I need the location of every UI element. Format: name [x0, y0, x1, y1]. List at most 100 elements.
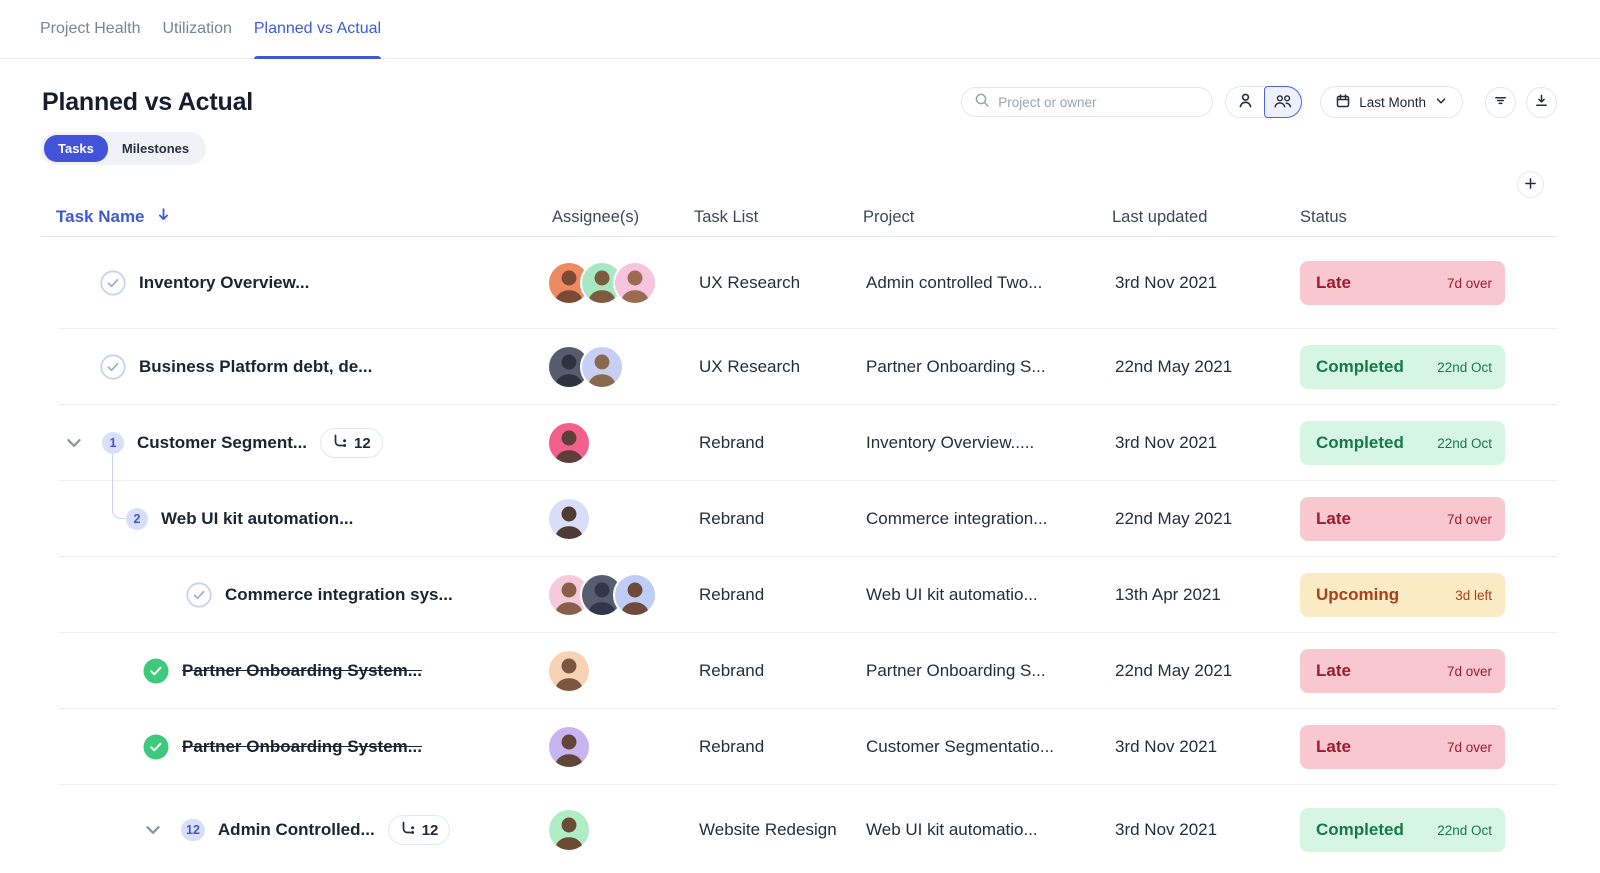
search-icon — [974, 92, 990, 113]
toggle-option-tasks[interactable]: Tasks — [44, 135, 108, 162]
last-updated-cell: 22nd May 2021 — [1115, 509, 1233, 528]
assignee-avatars — [547, 573, 694, 617]
assignee-avatars — [547, 649, 694, 693]
status-detail: 7d over — [1446, 275, 1492, 291]
project-cell: Partner Onboarding S... — [866, 357, 1046, 376]
check-circle-icon[interactable] — [100, 270, 126, 296]
table-row[interactable]: Business Platform debt, de... UX Research… — [40, 329, 1557, 405]
tab-planned-vs-actual[interactable]: Planned vs Actual — [253, 0, 382, 59]
download-button[interactable] — [1526, 86, 1557, 118]
view-mode-segmented — [1225, 86, 1303, 118]
status-badge: Late 7d over — [1300, 649, 1505, 693]
project-cell: Customer Segmentatio... — [866, 737, 1055, 756]
task-name-cell: 12 Admin Controlled... 12 — [40, 815, 547, 845]
task-list-cell: UX Research — [699, 357, 801, 376]
subtasks-pill[interactable]: 12 — [320, 428, 383, 458]
planned-vs-actual-page: Project Health Utilization Planned vs Actu… — [0, 0, 1600, 873]
status-label: Late — [1316, 273, 1351, 292]
chevron-down-icon[interactable] — [143, 820, 163, 840]
task-number-badge: 2 — [126, 508, 148, 530]
task-name-cell: Partner Onboarding System... — [40, 658, 547, 684]
project-cell: Inventory Overview..... — [866, 433, 1035, 452]
header-status[interactable]: Status — [1300, 208, 1557, 227]
table-row[interactable]: Inventory Overview... UX Research Admin co… — [40, 237, 1557, 329]
table-row[interactable]: Commerce integration sys... Rebrand Web UI… — [40, 557, 1557, 633]
status-detail: 22nd Oct — [1437, 435, 1492, 451]
team-view-button[interactable] — [1264, 86, 1303, 118]
task-name: Commerce integration sys... — [225, 585, 453, 604]
task-name: Business Platform debt, de... — [139, 357, 373, 376]
task-list-cell: Website Redesign — [699, 820, 837, 839]
tab-utilization[interactable]: Utilization — [163, 0, 232, 58]
filter-icon — [1493, 93, 1508, 111]
check-circle-done-icon[interactable] — [143, 734, 169, 760]
project-cell: Partner Onboarding S... — [866, 661, 1046, 680]
add-column-button[interactable] — [1517, 171, 1544, 198]
task-number-badge: 1 — [102, 432, 124, 454]
search-box[interactable] — [961, 87, 1214, 117]
header-assignees[interactable]: Assignee(s) — [547, 208, 694, 227]
avatar — [547, 808, 591, 852]
people-group-icon — [1273, 92, 1294, 113]
subtasks-icon — [332, 433, 348, 453]
status-cell: Completed 22nd Oct — [1300, 808, 1557, 852]
check-circle-icon[interactable] — [100, 354, 126, 380]
avatar — [613, 261, 657, 305]
status-detail: 7d over — [1446, 663, 1492, 679]
table-row[interactable]: 2 Web UI kit automation... Rebrand Commerce… — [40, 481, 1557, 557]
status-detail: 7d over — [1446, 511, 1492, 527]
check-circle-done-icon[interactable] — [143, 658, 169, 684]
status-badge: Late 7d over — [1300, 497, 1505, 541]
status-detail: 22nd Oct — [1437, 359, 1492, 375]
status-cell: Late 7d over — [1300, 497, 1557, 541]
filter-button[interactable] — [1485, 86, 1516, 118]
subtasks-pill[interactable]: 12 — [387, 815, 451, 845]
assignee-avatars — [547, 725, 694, 769]
status-label: Late — [1316, 509, 1351, 528]
status-badge: Late 7d over — [1300, 261, 1505, 305]
calendar-icon — [1335, 93, 1351, 112]
check-circle-icon[interactable] — [186, 582, 212, 608]
tab-project-health[interactable]: Project Health — [40, 0, 141, 58]
chevron-down-icon — [1434, 94, 1448, 111]
toggle-option-milestones[interactable]: Milestones — [108, 135, 203, 162]
status-badge: Completed 22nd Oct — [1300, 421, 1505, 465]
subtasks-count: 12 — [354, 434, 371, 452]
search-input[interactable] — [998, 94, 1201, 110]
individual-view-button[interactable] — [1226, 86, 1264, 118]
header-task-name-label: Task Name — [56, 207, 145, 226]
chevron-down-icon[interactable] — [64, 433, 84, 453]
status-detail: 22nd Oct — [1437, 822, 1492, 838]
header-last-updated[interactable]: Last updated — [1112, 208, 1300, 227]
status-cell: Late 7d over — [1300, 725, 1557, 769]
task-name-cell: Business Platform debt, de... — [40, 354, 547, 380]
status-badge: Upcoming 3d left — [1300, 573, 1505, 617]
status-cell: Late 7d over — [1300, 261, 1557, 305]
task-list-cell: Rebrand — [699, 661, 765, 680]
assignee-avatars — [547, 261, 694, 305]
status-badge: Completed 22nd Oct — [1300, 808, 1505, 852]
task-name-cell: Inventory Overview... — [40, 270, 547, 296]
project-cell: Web UI kit automatio... — [866, 585, 1038, 604]
header-task-list[interactable]: Task List — [694, 208, 863, 227]
task-name: Admin Controlled... — [217, 820, 375, 839]
table-row[interactable]: Partner Onboarding System... Rebrand Partn… — [40, 633, 1557, 709]
avatar — [613, 573, 657, 617]
table-row[interactable]: Partner Onboarding System... Rebrand Custo… — [40, 709, 1557, 785]
header-project[interactable]: Project — [863, 208, 1112, 227]
avatar — [547, 725, 591, 769]
avatar — [547, 497, 591, 541]
table-row[interactable]: 1 Customer Segment... 12 Rebrand Inventory O… — [40, 405, 1557, 481]
subtasks-count: 12 — [421, 821, 439, 839]
project-cell: Commerce integration... — [866, 509, 1048, 528]
header-task-name[interactable]: Task Name — [40, 206, 547, 228]
task-name: Customer Segment... — [137, 433, 308, 452]
header-row: Planned vs Actual Project or owner Last … — [40, 86, 1557, 118]
status-detail: 3d left — [1455, 587, 1492, 603]
add-row-wrap — [40, 171, 1557, 198]
task-name-cell: 1 Customer Segment... 12 — [40, 428, 547, 458]
status-badge: Completed 22nd Oct — [1300, 345, 1505, 389]
date-range-dropdown[interactable]: Last Month — [1320, 86, 1463, 118]
status-label: Completed — [1316, 357, 1404, 376]
table-row[interactable]: 12 Admin Controlled... 12 Website Redesign W… — [40, 785, 1557, 873]
